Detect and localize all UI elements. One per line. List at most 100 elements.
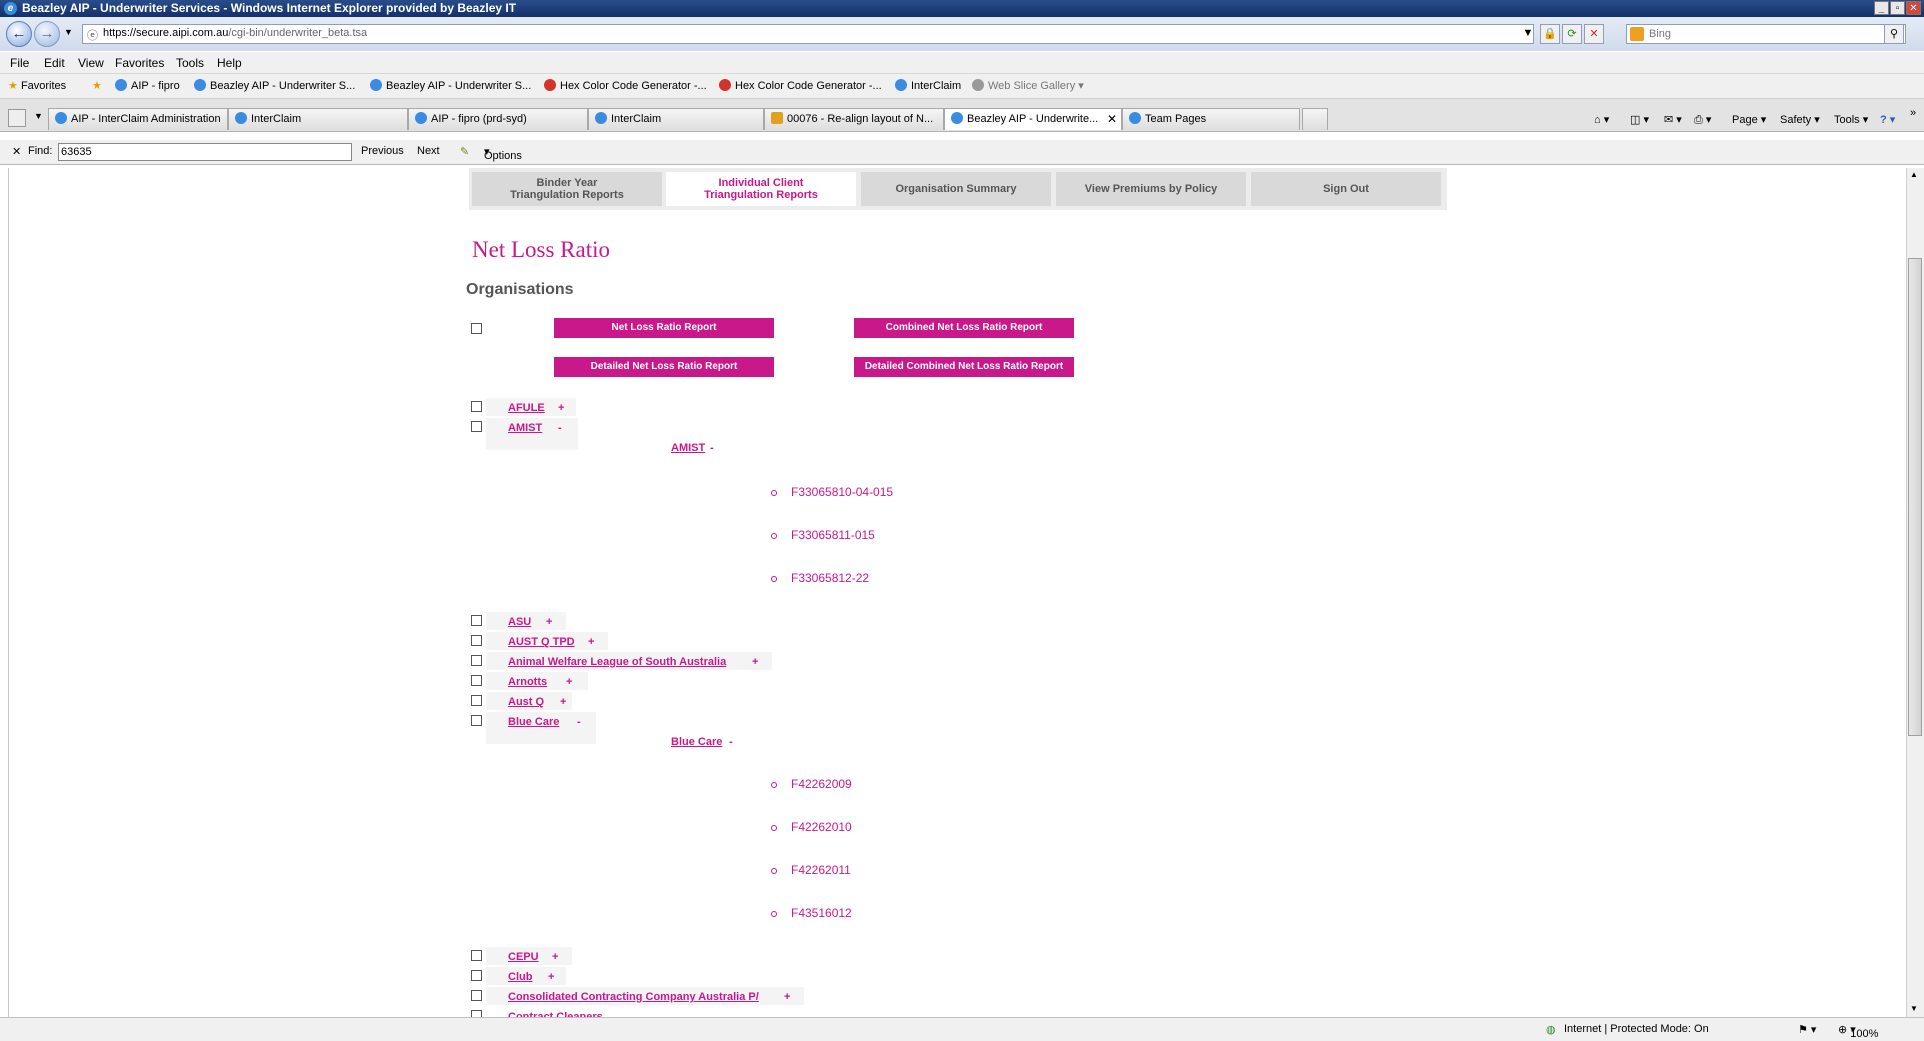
home-icon[interactable]: ⌂ ▾ (1594, 113, 1609, 126)
org-checkbox[interactable] (471, 675, 482, 686)
browser-tab[interactable]: AIP - fipro (prd-syd) (408, 108, 588, 130)
expand-toggle[interactable]: + (752, 656, 758, 668)
refresh-icon[interactable]: ⟳ (1562, 24, 1582, 44)
expand-toggle[interactable]: + (548, 971, 554, 983)
menu-view[interactable]: View (78, 56, 104, 70)
org-link[interactable]: ASU (508, 616, 531, 628)
sub-org-link[interactable]: AMIST (671, 442, 705, 454)
tab-list-icon[interactable]: ▼ (34, 111, 43, 121)
menu-help[interactable]: Help (217, 56, 242, 70)
chevron-more-icon[interactable]: » (1910, 107, 1916, 119)
favorite-item[interactable]: Beazley AIP - Underwriter S... (370, 79, 531, 92)
back-button[interactable]: ← (6, 21, 32, 47)
org-checkbox[interactable] (471, 695, 482, 706)
help-icon[interactable]: ? ▾ (1880, 113, 1895, 126)
org-checkbox[interactable] (471, 950, 482, 961)
protected-mode-icon[interactable]: ⚑ ▾ (1798, 1023, 1816, 1036)
feeds-icon[interactable]: ◫ ▾ (1630, 113, 1649, 126)
expand-toggle[interactable]: + (560, 696, 566, 708)
org-checkbox[interactable] (471, 990, 482, 1001)
combined-report-button[interactable]: Combined Net Loss Ratio Report (854, 318, 1074, 338)
stop-icon[interactable]: ✕ (1584, 24, 1604, 44)
tab-organisation-summary[interactable]: Organisation Summary (861, 172, 1051, 206)
expand-toggle[interactable]: + (546, 616, 552, 628)
tab-view-premiums[interactable]: View Premiums by Policy (1056, 172, 1246, 206)
org-link[interactable]: Animal Welfare League of South Australia (508, 656, 726, 668)
favorite-item[interactable]: AIP - fipro (115, 79, 180, 92)
page-menu[interactable]: Page ▾ (1732, 113, 1766, 126)
select-all-checkbox[interactable] (471, 323, 482, 334)
org-link[interactable]: Consolidated Contracting Company Austral… (508, 991, 759, 1003)
tab-sign-out[interactable]: Sign Out (1251, 172, 1441, 206)
favorite-item[interactable]: Hex Color Code Generator -... (544, 79, 707, 92)
org-link[interactable]: AMIST (508, 422, 542, 434)
browser-tab[interactable]: 00076 - Re-align layout of N... (764, 108, 944, 130)
tab-individual-client-reports[interactable]: Individual Client Triangulation Reports (666, 172, 856, 206)
org-link[interactable]: Club (508, 971, 532, 983)
org-link[interactable]: Blue Care (508, 716, 559, 728)
quick-tabs-icon[interactable] (8, 109, 26, 127)
minimize-button[interactable]: _ (1874, 1, 1889, 15)
org-link[interactable]: AFULE (508, 402, 545, 414)
find-next-button[interactable]: Next (417, 145, 440, 157)
search-icon[interactable]: ⚲ (1884, 24, 1904, 44)
org-checkbox[interactable] (471, 635, 482, 646)
collapse-toggle[interactable]: - (577, 716, 581, 728)
net-loss-ratio-report-button[interactable]: Net Loss Ratio Report (554, 318, 774, 338)
close-window-button[interactable]: ✕ (1906, 1, 1921, 15)
collapse-toggle[interactable]: - (729, 736, 733, 748)
expand-toggle[interactable]: + (588, 636, 594, 648)
favorites-button[interactable]: ★ Favorites (8, 79, 66, 92)
url-field[interactable]: ⓔ https://secure.aipi.com.au/cgi-bin/und… (82, 24, 1534, 44)
browser-tab[interactable]: InterClaim (588, 108, 764, 130)
browser-tab[interactable]: Team Pages (1122, 108, 1300, 130)
expand-toggle[interactable]: + (558, 402, 564, 414)
collapse-toggle[interactable]: - (558, 422, 562, 434)
forward-button[interactable]: → (34, 21, 60, 47)
search-input[interactable]: Bing (1626, 24, 1906, 44)
mail-icon[interactable]: ✉ ▾ (1664, 113, 1682, 126)
add-favorite-icon[interactable]: ★ (92, 79, 102, 92)
restore-button[interactable]: ▫ (1890, 1, 1905, 15)
lock-icon[interactable]: 🔒 (1540, 24, 1560, 44)
expand-toggle[interactable]: + (784, 991, 790, 1003)
find-previous-button[interactable]: Previous (361, 145, 404, 157)
favorite-item[interactable]: Web Slice Gallery ▾ (972, 79, 1084, 92)
menu-file[interactable]: File (10, 56, 29, 70)
print-icon[interactable]: ⎙ ▾ (1694, 113, 1711, 127)
expand-toggle[interactable]: + (566, 676, 572, 688)
scroll-down-icon[interactable]: ▼ (1910, 1004, 1918, 1013)
find-options-button[interactable]: Options ▾ (484, 145, 522, 162)
collapse-toggle[interactable]: - (710, 442, 714, 454)
expand-toggle[interactable]: + (552, 951, 558, 963)
menu-favorites[interactable]: Favorites (115, 56, 164, 70)
highlight-icon[interactable]: ✎ (460, 145, 469, 158)
org-checkbox[interactable] (471, 401, 482, 412)
new-tab-button[interactable] (1302, 108, 1328, 130)
org-link[interactable]: AUST Q TPD (508, 636, 575, 648)
scroll-up-icon[interactable]: ▲ (1910, 170, 1918, 179)
org-link[interactable]: CEPU (508, 951, 539, 963)
org-link[interactable]: Aust Q (508, 696, 544, 708)
favorite-item[interactable]: Beazley AIP - Underwriter S... (194, 79, 355, 92)
close-tab-icon[interactable]: ✕ (1107, 109, 1117, 129)
find-input[interactable]: 63635 (58, 143, 352, 161)
recent-pages-icon[interactable]: ▼ (64, 27, 73, 37)
detailed-combined-report-button[interactable]: Detailed Combined Net Loss Ratio Report (854, 357, 1074, 377)
detailed-report-button[interactable]: Detailed Net Loss Ratio Report (554, 357, 774, 377)
favorite-item[interactable]: Hex Color Code Generator -... (719, 79, 882, 92)
menu-edit[interactable]: Edit (44, 56, 65, 70)
sub-org-link[interactable]: Blue Care (671, 736, 722, 748)
org-checkbox[interactable] (471, 615, 482, 626)
zoom-level[interactable]: ⊕ 100% ▾ (1838, 1023, 1878, 1040)
browser-tab[interactable]: InterClaim (228, 108, 408, 130)
org-link[interactable]: Arnotts (508, 676, 547, 688)
tab-binder-year-reports[interactable]: Binder Year Triangulation Reports (472, 172, 662, 206)
org-checkbox[interactable] (471, 970, 482, 981)
org-checkbox[interactable] (471, 715, 482, 726)
favorite-item[interactable]: InterClaim (895, 79, 961, 92)
browser-tab-active[interactable]: Beazley AIP - Underwrite... ✕ (944, 108, 1122, 130)
browser-tab[interactable]: AIP - InterClaim Administration (48, 108, 228, 130)
scrollbar-thumb[interactable] (1908, 258, 1922, 736)
menu-tools[interactable]: Tools (176, 56, 204, 70)
